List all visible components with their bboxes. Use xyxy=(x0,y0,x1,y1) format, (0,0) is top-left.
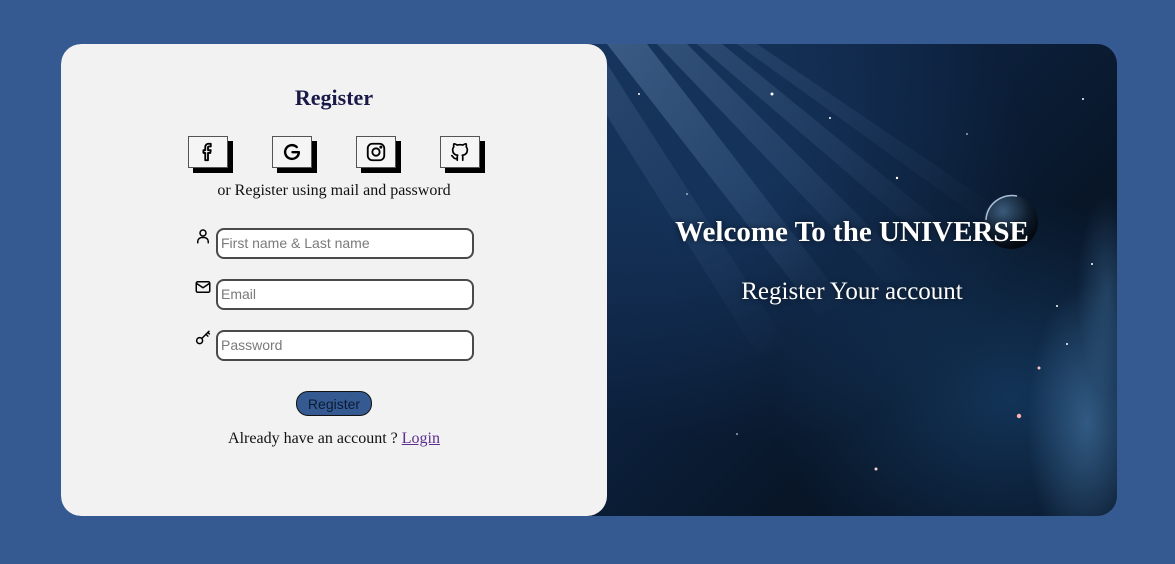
name-field-row xyxy=(194,227,476,259)
social-buttons xyxy=(188,136,480,174)
form-subtitle: or Register using mail and password xyxy=(217,182,451,199)
email-input[interactable] xyxy=(216,278,474,310)
register-button[interactable]: Register xyxy=(295,391,373,416)
user-icon xyxy=(197,229,209,244)
hero-subheading: Register Your account xyxy=(741,278,963,305)
login-link[interactable]: Login xyxy=(402,430,440,447)
facebook-icon xyxy=(202,142,212,162)
password-input[interactable] xyxy=(216,329,474,361)
name-input[interactable] xyxy=(216,227,474,259)
github-button[interactable] xyxy=(440,136,480,168)
register-card: Register or Register using mail and pass… xyxy=(61,44,1117,516)
password-field-row xyxy=(194,329,476,361)
hero-heading: Welcome To the UNIVERSE xyxy=(675,216,1029,248)
login-prompt-line: Already have an account ? Login xyxy=(228,430,440,448)
mail-icon xyxy=(195,281,211,293)
google-icon xyxy=(283,144,301,161)
login-prompt-text: Already have an account ? xyxy=(228,430,398,447)
github-icon xyxy=(450,142,469,162)
instagram-icon xyxy=(366,142,386,162)
google-button[interactable] xyxy=(272,136,312,168)
form-title: Register xyxy=(294,85,374,110)
email-field-row xyxy=(194,278,476,310)
register-form-panel: Register or Register using mail and pass… xyxy=(61,44,607,516)
instagram-button[interactable] xyxy=(356,136,396,168)
hero-panel: Welcome To the UNIVERSE Register Your ac… xyxy=(587,44,1117,516)
facebook-button[interactable] xyxy=(188,136,228,168)
key-icon xyxy=(195,330,211,345)
